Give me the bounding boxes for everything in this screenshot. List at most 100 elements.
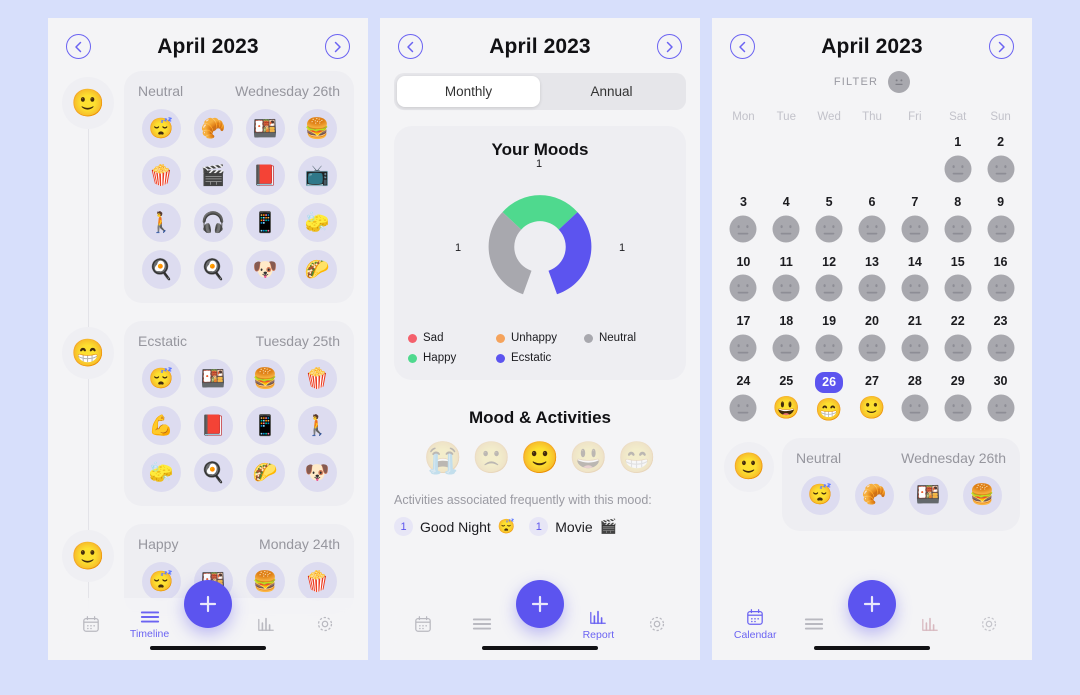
calendar-day-cell[interactable]: 13: [851, 247, 894, 303]
activity-icon[interactable]: 📕: [193, 406, 233, 445]
add-entry-button[interactable]: [848, 580, 896, 628]
calendar-day-cell[interactable]: 15: [936, 247, 979, 303]
nav-timeline[interactable]: Timeline: [126, 609, 174, 640]
calendar-day-cell[interactable]: 14: [893, 247, 936, 303]
activity-icon[interactable]: 💪: [141, 406, 181, 445]
nav-calendar[interactable]: [67, 615, 115, 633]
activity-icon[interactable]: 🥐: [854, 475, 894, 515]
calendar-day-cell[interactable]: 11: [765, 247, 808, 303]
activity-icon[interactable]: 🐶: [297, 453, 337, 492]
calendar-day-cell[interactable]: 29: [936, 366, 979, 424]
activity-icon[interactable]: 🍿: [141, 156, 181, 195]
calendar-day-cell[interactable]: 8: [936, 187, 979, 243]
activity-chip[interactable]: 1 Good Night 😴: [394, 517, 515, 536]
add-entry-button[interactable]: [516, 580, 564, 628]
calendar-day-cell[interactable]: 5: [808, 187, 851, 243]
calendar-day-cell[interactable]: 21: [893, 306, 936, 362]
calendar-day-cell[interactable]: 4: [765, 187, 808, 243]
tab-annual[interactable]: Annual: [540, 76, 683, 107]
timeline-entry[interactable]: 😁 Ecstatic Tuesday 25th 😴 🍱 🍔 🍿 💪 📕 📱 🚶 …: [62, 321, 354, 506]
mood-face-neutral[interactable]: 🙂: [521, 442, 560, 473]
neutral-face-icon[interactable]: [888, 71, 911, 93]
activity-icon[interactable]: 🎬: [193, 156, 233, 195]
activity-icon[interactable]: 🌮: [297, 250, 337, 289]
calendar-day-cell[interactable]: 25 😃: [765, 366, 808, 424]
activity-icon[interactable]: 🧽: [297, 203, 337, 242]
calendar-day-cell[interactable]: 16: [979, 247, 1022, 303]
nav-report[interactable]: [906, 615, 954, 633]
activity-icon[interactable]: 🚶: [297, 406, 337, 445]
mood-face-happy[interactable]: 😃: [569, 442, 608, 473]
calendar-day-cell[interactable]: 28: [893, 366, 936, 424]
calendar-day-cell[interactable]: 20: [851, 306, 894, 362]
activity-icon[interactable]: 🚶: [141, 203, 181, 242]
activity-chip[interactable]: 1 Movie 🎬: [529, 517, 617, 536]
activity-icon[interactable]: 🌮: [245, 453, 285, 492]
next-month-button[interactable]: [656, 34, 682, 59]
activity-icon[interactable]: 🐶: [245, 250, 285, 289]
tab-monthly[interactable]: Monthly: [397, 76, 540, 107]
activity-icon[interactable]: 🍿: [297, 359, 337, 398]
next-month-button[interactable]: [324, 34, 350, 59]
nav-settings[interactable]: [965, 615, 1013, 633]
activity-icon[interactable]: 🥐: [193, 109, 233, 148]
nav-calendar[interactable]: [399, 615, 447, 633]
activity-icon[interactable]: 😴: [141, 109, 181, 148]
calendar-day-cell[interactable]: 10: [722, 247, 765, 303]
calendar-day-cell[interactable]: 1: [936, 127, 979, 183]
activity-icon[interactable]: 📱: [245, 203, 285, 242]
calendar-day-cell[interactable]: 23: [979, 306, 1022, 362]
activity-icon[interactable]: 😴: [141, 359, 181, 398]
activity-icon[interactable]: 😴: [800, 475, 840, 515]
nav-calendar[interactable]: Calendar: [731, 608, 779, 641]
nav-report[interactable]: Report: [574, 608, 622, 641]
calendar-day-cell[interactable]: 24: [722, 366, 765, 424]
activity-icon[interactable]: 🍳: [193, 453, 233, 492]
calendar-day-cell[interactable]: 22: [936, 306, 979, 362]
activity-icon[interactable]: 🍔: [245, 359, 285, 398]
calendar-day-cell[interactable]: 3: [722, 187, 765, 243]
detail-card[interactable]: Neutral Wednesday 26th 😴 🥐 🍱 🍔: [782, 437, 1020, 531]
nav-timeline[interactable]: [790, 616, 838, 632]
calendar-day-cell[interactable]: 9: [979, 187, 1022, 243]
nav-settings[interactable]: [301, 615, 349, 633]
mood-face-sad[interactable]: 😭: [423, 442, 462, 473]
calendar-day-cell[interactable]: 6: [851, 187, 894, 243]
activity-icon[interactable]: 🍔: [245, 562, 285, 601]
next-month-button[interactable]: [988, 34, 1014, 59]
activity-icon[interactable]: 🎧: [193, 203, 233, 242]
nav-report[interactable]: [242, 615, 290, 633]
calendar-day-cell[interactable]: 26 😁: [808, 366, 851, 424]
calendar-day-cell[interactable]: 2: [979, 127, 1022, 183]
mood-face-unhappy[interactable]: 🙁: [472, 442, 511, 473]
prev-month-button[interactable]: [398, 34, 423, 59]
activity-icon[interactable]: 🍱: [193, 359, 233, 398]
calendar-day-cell[interactable]: 19: [808, 306, 851, 362]
activity-icon[interactable]: 🍳: [141, 250, 181, 289]
activity-icon[interactable]: 📺: [297, 156, 337, 195]
activity-icon[interactable]: 😴: [141, 562, 181, 601]
entry-card[interactable]: Neutral Wednesday 26th 😴 🥐 🍱 🍔 🍿 🎬 📕 📺 🚶: [124, 71, 354, 303]
add-entry-button[interactable]: [184, 580, 232, 628]
calendar-day-cell[interactable]: 30: [979, 366, 1022, 424]
entry-card[interactable]: Ecstatic Tuesday 25th 😴 🍱 🍔 🍿 💪 📕 📱 🚶 🧽: [124, 321, 354, 506]
calendar-day-cell[interactable]: 17: [722, 306, 765, 362]
activity-icon[interactable]: 🍱: [908, 475, 948, 515]
nav-settings[interactable]: [633, 615, 681, 633]
activity-icon[interactable]: 🍔: [297, 109, 337, 148]
calendar-day-cell[interactable]: 12: [808, 247, 851, 303]
prev-month-button[interactable]: [730, 34, 755, 59]
calendar-day-cell[interactable]: 27 🙂: [851, 366, 894, 424]
prev-month-button[interactable]: [66, 34, 91, 59]
mood-face-ecstatic[interactable]: 😁: [618, 442, 657, 473]
calendar-day-cell[interactable]: 18: [765, 306, 808, 362]
calendar-day-cell[interactable]: 7: [893, 187, 936, 243]
activity-icon[interactable]: 🍿: [297, 562, 337, 601]
activity-icon[interactable]: 📕: [245, 156, 285, 195]
activity-icon[interactable]: 📱: [245, 406, 285, 445]
filter-control[interactable]: FILTER: [712, 71, 1032, 93]
timeline-entry[interactable]: 🙂 Neutral Wednesday 26th 😴 🥐 🍱 🍔 🍿 🎬 📕 📺…: [62, 71, 354, 303]
nav-timeline[interactable]: [458, 616, 506, 632]
activity-icon[interactable]: 🍔: [962, 475, 1002, 515]
activity-icon[interactable]: 🍳: [193, 250, 233, 289]
